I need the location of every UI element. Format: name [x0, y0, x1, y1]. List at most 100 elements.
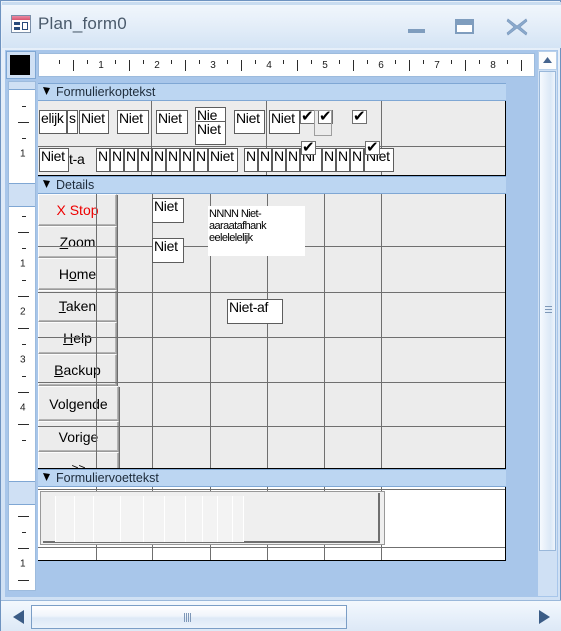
header-textbox[interactable]: N — [194, 148, 208, 172]
header-checkbox[interactable]: ✔ — [365, 141, 380, 155]
horizontal-ruler[interactable]: 1 2 3 4 5 6 7 8 — [38, 53, 535, 77]
header-textbox[interactable]: N — [350, 148, 364, 172]
help-button-label: Help — [63, 330, 92, 346]
ruler-tick — [395, 60, 396, 64]
header-textbox[interactable]: N — [258, 148, 272, 172]
maximize-icon — [455, 19, 474, 34]
header-textbox[interactable]: N — [322, 148, 336, 172]
grid-line-h — [38, 382, 505, 383]
header-textbox[interactable]: elijk — [39, 110, 67, 134]
memo-label[interactable]: NNNN Niet- aaraatafhank eelelelelijk — [208, 206, 305, 256]
ruler-tick — [22, 106, 26, 107]
ruler-tick — [297, 60, 298, 71]
section-header-form-header[interactable]: Formulierkoptekst — [38, 83, 506, 101]
home-button[interactable]: Home — [38, 258, 117, 290]
grid-line-h — [38, 146, 505, 147]
section-header-detail[interactable]: Details — [38, 176, 506, 194]
header-textbox[interactable]: Niet — [195, 121, 226, 145]
chart-subform[interactable] — [40, 491, 385, 545]
header-textbox[interactable]: s — [67, 110, 78, 134]
select-all-box[interactable] — [6, 51, 36, 79]
header-checkbox[interactable]: ✔ — [300, 110, 315, 124]
close-button[interactable] — [502, 16, 532, 38]
header-textbox[interactable]: N — [244, 148, 258, 172]
header-textbox[interactable]: Niet — [234, 110, 265, 134]
header-textbox[interactable]: N — [110, 148, 124, 172]
header-textbox[interactable]: Niet — [208, 148, 238, 172]
ruler-label: 6 — [378, 60, 384, 71]
vertical-scroll-track[interactable] — [538, 71, 557, 596]
ruler-tick — [22, 440, 26, 441]
ruler-tick — [227, 60, 228, 64]
scroll-right-arrow[interactable] — [534, 608, 554, 626]
title-bar-highlight — [2, 2, 561, 5]
scroll-up-arrow[interactable] — [538, 51, 557, 70]
vertical-scrollbar[interactable] — [538, 51, 557, 596]
ruler-tick — [18, 424, 29, 425]
header-textbox[interactable]: N — [336, 148, 350, 172]
taken-button[interactable]: Taken — [38, 290, 117, 322]
detail-textbox-1[interactable]: Niet — [152, 198, 184, 223]
header-textbox[interactable]: Niet — [269, 110, 300, 134]
section-header-form-footer[interactable]: Formuliervoettekst — [38, 469, 506, 487]
section-expand-icon — [43, 87, 50, 95]
ruler-label: 7 — [434, 60, 440, 71]
home-button-label: Home — [58, 266, 97, 282]
help-button[interactable]: Help — [38, 322, 117, 354]
volgende-button[interactable]: Volgende — [38, 386, 119, 421]
vertical-scroll-thumb[interactable] — [539, 71, 556, 551]
access-form-design-window: Plan_form0 12345678 1 1 2 3 4 1 Formulie… — [0, 0, 561, 631]
header-textbox[interactable]: N — [272, 148, 286, 172]
header-frame[interactable] — [314, 110, 332, 136]
title-bar[interactable]: Plan_form0 — [2, 2, 561, 48]
vorige-button-label: Vorige — [58, 428, 99, 445]
chart-bar — [202, 496, 218, 542]
ruler-tick — [73, 60, 74, 71]
grid-line-h — [38, 337, 505, 338]
section-header-label: Formuliervoettekst — [56, 471, 159, 485]
chart-bar — [55, 496, 75, 542]
header-textbox[interactable]: N — [138, 148, 152, 172]
header-textbox[interactable]: N — [166, 148, 180, 172]
ruler-tick — [521, 60, 522, 71]
ruler-label: 2 — [20, 306, 26, 318]
ruler-label: 2 — [154, 60, 160, 71]
form-footer-canvas[interactable] — [38, 487, 506, 561]
horizontal-scroll-thumb[interactable] — [31, 605, 347, 629]
header-textbox[interactable]: N — [152, 148, 166, 172]
header-label[interactable]: t-a — [69, 151, 95, 169]
ruler-label: 8 — [490, 60, 496, 71]
vertical-ruler[interactable]: 1 1 2 3 4 1 — [8, 81, 36, 591]
zoom-button[interactable]: Zoom — [38, 226, 117, 258]
ruler-tick — [22, 532, 26, 533]
header-textbox[interactable]: N — [180, 148, 194, 172]
ruler-tick — [22, 376, 26, 377]
header-checkbox[interactable]: ✔ — [352, 110, 367, 124]
stop-button[interactable]: X Stop — [38, 194, 117, 226]
header-textbox[interactable]: Niet — [117, 110, 149, 134]
ruler-tick — [18, 232, 29, 233]
detail-canvas[interactable]: X Stop Zoom Home Taken Help Backup Volge… — [38, 194, 506, 469]
section-expand-icon — [43, 473, 50, 481]
header-textbox[interactable]: N — [124, 148, 138, 172]
header-textbox[interactable]: N — [96, 148, 110, 172]
form-header-canvas[interactable]: elijk s Niet Niet Niet Nie Niet Niet Nie… — [38, 101, 506, 176]
horizontal-scrollbar[interactable] — [1, 600, 561, 631]
ruler-label: 4 — [266, 60, 272, 71]
header-checkbox[interactable]: ✔ — [301, 141, 316, 155]
maximize-button[interactable] — [450, 16, 480, 38]
scroll-left-arrow[interactable] — [9, 608, 29, 626]
ruler-tick — [18, 122, 29, 123]
design-surface[interactable]: Formulierkoptekst elijk s Niet Niet Niet… — [38, 81, 535, 591]
detail-textbox-3[interactable]: Niet-af — [227, 299, 283, 324]
stop-button-label: X Stop — [56, 202, 99, 218]
header-textbox[interactable]: N — [286, 148, 300, 172]
ruler-tick — [129, 60, 130, 71]
header-textbox[interactable]: Niet — [79, 110, 109, 134]
header-textbox[interactable]: Niet — [156, 110, 188, 134]
section-header-label: Details — [56, 178, 95, 192]
detail-textbox-2[interactable]: Niet — [152, 238, 184, 263]
forward-button[interactable]: >> — [38, 452, 119, 468]
header-textbox[interactable]: Niet — [39, 148, 69, 172]
minimize-button[interactable] — [402, 16, 432, 38]
